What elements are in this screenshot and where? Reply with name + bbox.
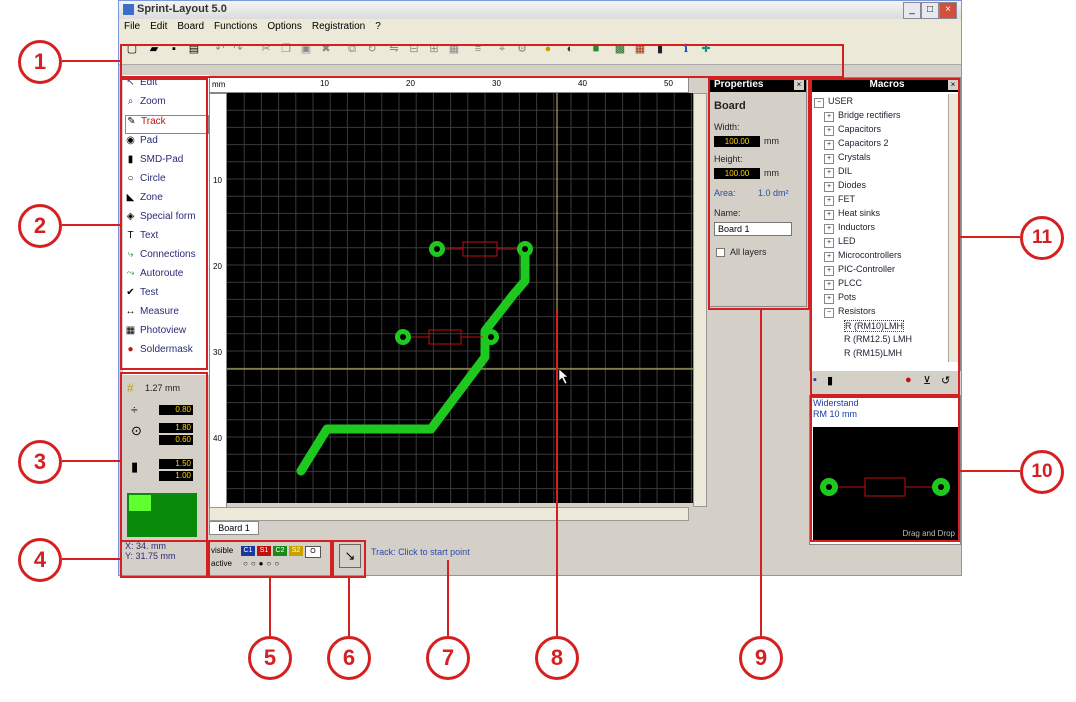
board-drawing [227,93,697,503]
callout-6: 6 [327,636,371,680]
menu-options[interactable]: Options [262,19,306,34]
ruler-label: 30 [492,79,501,88]
callout-line [62,224,120,226]
board-canvas[interactable] [227,93,697,503]
callout-3: 3 [18,440,62,484]
callout-line [960,236,1020,238]
window-title: Sprint-Layout 5.0 [137,3,227,15]
menu-bar: File Edit Board Functions Options Registratio… [119,19,961,35]
ruler-label: 40 [578,79,587,88]
menu-help[interactable]: ? [370,19,386,34]
ruler-vertical: 10 20 30 40 [209,93,227,513]
pad-hole [400,334,406,340]
callout-box-properties [708,78,810,310]
menu-file[interactable]: File [119,19,145,34]
grid [227,93,697,503]
callout-5: 5 [248,636,292,680]
callout-2: 2 [18,204,62,248]
callout-box-preview [810,396,960,542]
horizontal-scrollbar[interactable] [209,507,689,521]
callout-line [269,578,271,636]
ruler-label: 20 [213,262,222,271]
ruler-label: 30 [213,348,222,357]
menu-registration[interactable]: Registration [307,19,370,34]
vertical-scrollbar[interactable] [693,93,707,507]
callout-line [62,460,120,462]
callout-line [62,60,120,62]
callout-line [556,310,558,636]
callout-10: 10 [1020,450,1064,494]
callout-box-coords [120,540,208,578]
callout-line [348,578,350,636]
status-message: Track: Click to start point [371,547,470,557]
callout-box-toolbar [120,44,844,78]
pad-hole [434,246,440,252]
callout-11: 11 [1020,216,1064,260]
callout-box-settings [120,372,208,542]
ruler-label: 50 [664,79,673,88]
callout-7: 7 [426,636,470,680]
menu-board[interactable]: Board [172,19,209,34]
callout-box-route [332,540,366,578]
ruler-label: 20 [406,79,415,88]
close-icon[interactable]: × [939,2,957,19]
title-bar: Sprint-Layout 5.0 _ □ × [119,1,961,19]
ruler-label: 10 [213,176,222,185]
callout-line [62,558,120,560]
callout-8: 8 [535,636,579,680]
callout-9: 9 [739,636,783,680]
minimize-icon[interactable]: _ [903,2,921,19]
callout-box-macros [810,78,960,396]
pad-hole [488,334,494,340]
callout-box-layers [208,540,332,578]
pad-hole [522,246,528,252]
ruler-horizontal: mm 10 20 30 40 50 [209,77,689,93]
menu-edit[interactable]: Edit [145,19,172,34]
callout-1: 1 [18,40,62,84]
tab-board[interactable]: Board 1 [209,521,259,535]
app-icon [123,4,134,15]
callout-line [960,470,1020,472]
callout-line [447,560,449,636]
ruler-label: 40 [213,434,222,443]
callout-line [760,310,762,636]
ruler-label: 10 [320,79,329,88]
mouse-cursor-icon [558,368,569,385]
ruler-unit: mm [212,80,226,89]
maximize-icon[interactable]: □ [921,2,939,19]
callout-box-tools [120,78,208,370]
callout-4: 4 [18,538,62,582]
menu-functions[interactable]: Functions [209,19,262,34]
